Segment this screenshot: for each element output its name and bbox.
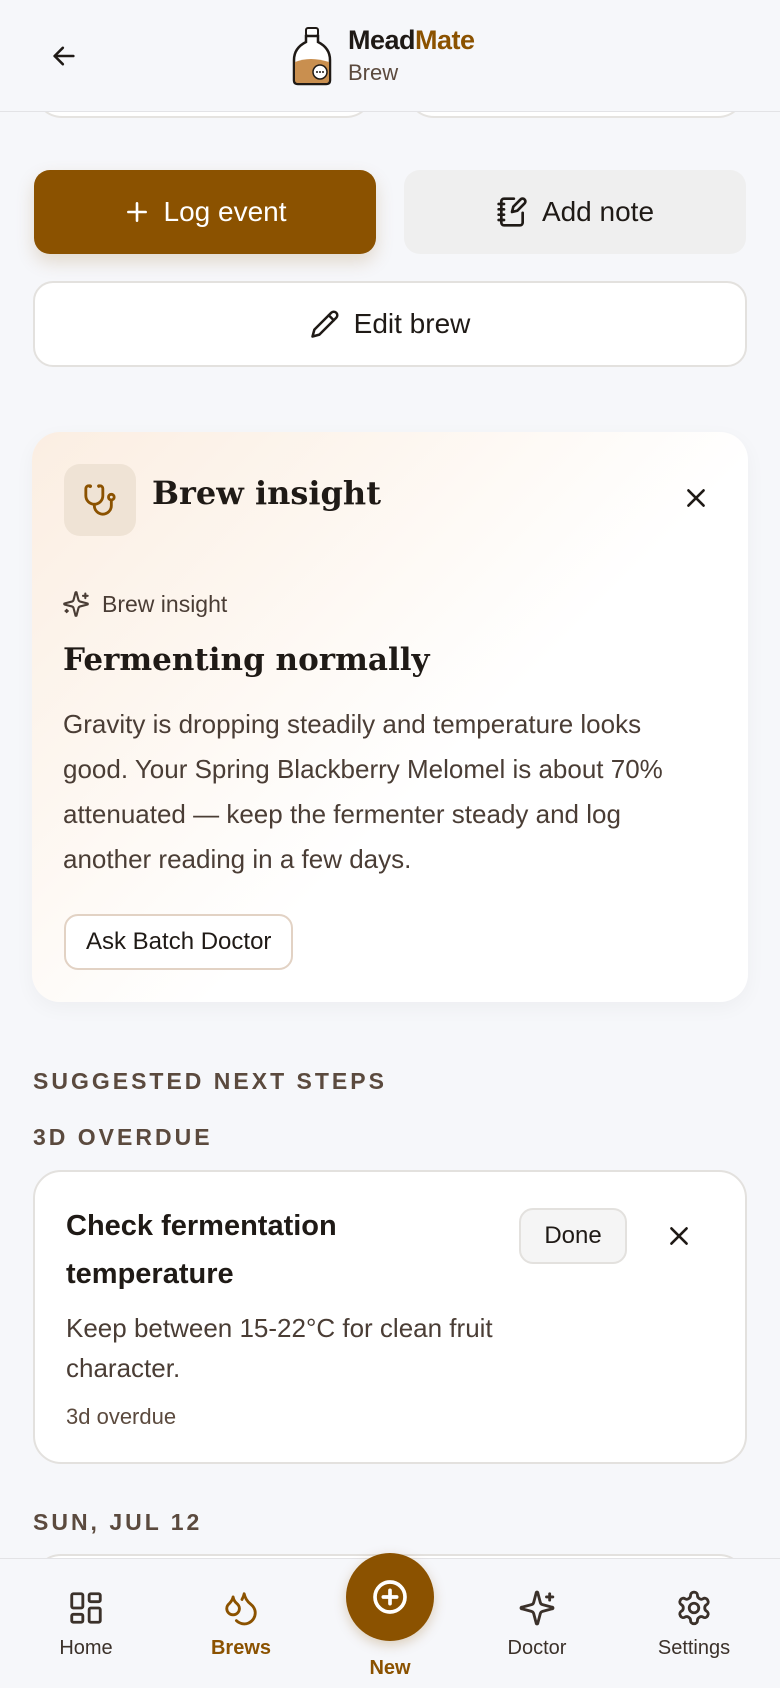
step-due-status: 3d overdue: [66, 1404, 177, 1429]
next-step-card: Check fermentation temperature Keep betw…: [33, 1170, 747, 1464]
brew-insight-card: Brew insight Brew insight Fermenting nor…: [32, 432, 748, 1002]
nav-home-label: Home: [59, 1637, 113, 1659]
nav-new-label: New: [369, 1657, 411, 1679]
nav-settings[interactable]: Settings: [634, 1589, 754, 1660]
page-subtitle: Brew: [348, 60, 399, 85]
app-header: MeadMate Brew: [0, 0, 780, 112]
done-button[interactable]: Done: [519, 1208, 627, 1264]
sparkles-icon: [63, 591, 89, 617]
brand-name: MeadMate: [348, 24, 475, 56]
insight-heading: Fermenting normally: [63, 642, 430, 678]
brand: MeadMate Brew: [290, 24, 475, 88]
nav-home[interactable]: Home: [26, 1589, 146, 1660]
nav-doctor-label: Doctor: [507, 1637, 567, 1659]
step-title: Check fermentation temperature: [66, 1210, 337, 1290]
nav-brews-label: Brews: [210, 1637, 272, 1659]
log-event-label: Log event: [163, 196, 287, 227]
add-note-label: Add note: [541, 196, 655, 227]
add-note-button[interactable]: Add note: [404, 170, 746, 254]
dismiss-step-button[interactable]: [655, 1212, 703, 1260]
sparkles-icon: [519, 1590, 555, 1626]
insight-body: Gravity is dropping steadily and tempera…: [63, 709, 663, 874]
plus-icon: [126, 202, 147, 222]
brand-name-first: Mead: [348, 25, 416, 55]
pencil-icon: [310, 310, 339, 338]
brand-name-second: Mate: [415, 25, 475, 55]
bottom-nav: Home Brews New Doctor Settings: [0, 1553, 780, 1688]
group-label-date: SUN, JUL 12: [33, 1509, 203, 1535]
insight-tag-label: Brew insight: [102, 590, 228, 617]
gear-icon: [678, 1590, 710, 1626]
dismiss-insight-button[interactable]: [672, 474, 720, 522]
close-icon: [687, 489, 705, 507]
notebook-pen-icon: [497, 197, 527, 227]
layout-grid-icon: [70, 1592, 102, 1624]
section-label-next-steps: SUGGESTED NEXT STEPS: [33, 1068, 387, 1094]
insight-tag: Brew insight: [62, 590, 227, 618]
back-button[interactable]: [42, 34, 86, 78]
nav-settings-label: Settings: [657, 1637, 731, 1659]
mead-bottle-logo-icon: [292, 27, 332, 86]
step-description: Keep between 15-22°C for clean fruit cha…: [66, 1313, 493, 1383]
nav-brews[interactable]: Brews: [181, 1589, 301, 1660]
log-event-button[interactable]: Log event: [34, 170, 376, 254]
plus-circle-icon: [373, 1580, 407, 1614]
insight-card-title: Brew insight: [152, 474, 381, 512]
new-brew-button[interactable]: [346, 1553, 434, 1641]
close-icon: [670, 1227, 688, 1245]
droplets-icon: [225, 1592, 257, 1626]
edit-brew-button[interactable]: Edit brew: [33, 281, 747, 367]
edit-brew-label: Edit brew: [353, 308, 471, 339]
nav-doctor[interactable]: Doctor: [477, 1589, 597, 1660]
ask-batch-doctor-button[interactable]: Ask Batch Doctor: [64, 914, 294, 970]
arrow-left-icon: [53, 46, 75, 66]
stethoscope-icon: [64, 464, 136, 536]
group-label-overdue: 3D OVERDUE: [33, 1124, 213, 1150]
